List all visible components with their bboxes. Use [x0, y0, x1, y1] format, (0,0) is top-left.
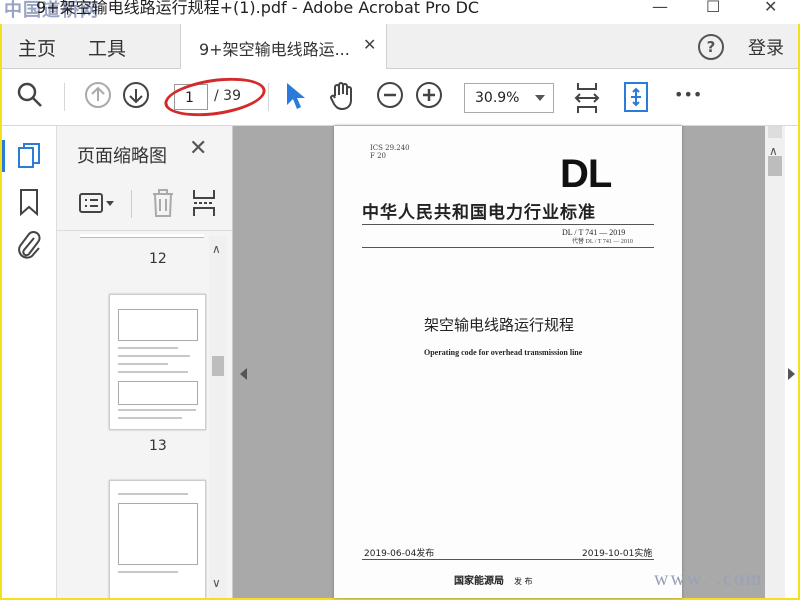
zoom-select[interactable]: 30.9% — [464, 83, 554, 113]
zoom-out-icon[interactable] — [376, 81, 404, 113]
toolbar-separator — [268, 83, 269, 111]
scroll-up-icon[interactable]: ∧ — [212, 242, 221, 256]
thumbnails-panel: 页面缩略图 ✕ 12 13 ∧ ∨ — [57, 126, 233, 598]
menu-tools[interactable]: 工具 — [88, 34, 126, 61]
replaces-code: 代替 DL / T 741 — 2010 — [572, 239, 633, 245]
thumbnail-options-icon[interactable] — [79, 192, 117, 220]
thumbnails-panel-title: 页面缩略图 — [77, 146, 167, 167]
document-title-en: Operating code for overhead transmission… — [424, 348, 583, 357]
thumbnail-text-line — [118, 417, 182, 419]
collapse-left-icon[interactable] — [240, 368, 247, 380]
issuer-suffix: 发 布 — [514, 577, 533, 586]
thumbnail-table — [118, 309, 198, 341]
attachment-icon[interactable] — [16, 230, 42, 264]
close-icon[interactable]: ✕ — [764, 0, 777, 16]
annotation-ellipse — [161, 72, 269, 122]
thumbnail-text-line — [118, 571, 178, 573]
thumbnail-text-line — [118, 363, 168, 365]
collapse-right-icon[interactable] — [788, 368, 795, 380]
toolbar-separator — [131, 190, 132, 218]
issuer: 国家能源局 发 布 — [454, 572, 533, 587]
divider — [362, 559, 654, 560]
thumbnail-text-line — [118, 493, 188, 495]
ics-code: ICS 29.240 F 20 — [370, 144, 410, 160]
hand-tool-icon[interactable] — [328, 81, 356, 115]
scrollbar-thumb[interactable] — [768, 156, 782, 176]
divider — [362, 247, 654, 248]
footer-watermark: www. .com — [654, 568, 764, 590]
delete-icon[interactable] — [151, 188, 175, 222]
ics-number: ICS 29.240 — [370, 144, 410, 152]
left-rail — [2, 126, 57, 598]
standard-heading: 中华人民共和国电力行业标准 — [362, 203, 596, 223]
document-scrollbar[interactable]: ∧ — [765, 126, 785, 598]
scrollbar-thumb[interactable] — [212, 356, 224, 376]
maximize-icon[interactable]: ☐ — [706, 0, 720, 16]
document-title-cn: 架空输电线路运行规程 — [424, 316, 575, 334]
thumbnail-table — [118, 503, 198, 565]
thumbnail-table — [118, 381, 198, 405]
select-cursor-icon[interactable] — [284, 81, 306, 115]
bookmark-icon[interactable] — [18, 188, 40, 220]
scroll-down-icon[interactable]: ∨ — [212, 576, 221, 590]
document-tab[interactable]: 9+架空输电线路运... ✕ — [180, 24, 387, 69]
full-screen-icon[interactable] — [622, 81, 650, 117]
issuer-name: 国家能源局 — [454, 576, 504, 587]
previous-page-icon[interactable] — [84, 81, 112, 113]
thumbnail-text-line — [118, 371, 188, 373]
more-tools-icon[interactable]: ••• — [674, 85, 702, 104]
thumbnail-text-line — [118, 355, 190, 357]
toolbar: 1 / 39 30.9% ••• — [2, 69, 798, 126]
divider — [362, 224, 654, 225]
dl-logo: DL — [560, 152, 612, 196]
page-thumbnails-icon[interactable] — [16, 142, 42, 174]
fit-page-icon[interactable] — [572, 81, 602, 119]
thumbnail-text-line — [118, 409, 196, 411]
window-title: 9+架空输电线路运行规程+(1).pdf - Adobe Acrobat Pro… — [36, 0, 480, 17]
search-icon[interactable] — [16, 81, 44, 113]
thumbnail-page-14[interactable] — [109, 480, 206, 598]
minimize-icon[interactable]: — — [652, 0, 668, 16]
document-tab-label: 9+架空输电线路运... — [199, 40, 350, 59]
close-tab-icon[interactable]: ✕ — [363, 35, 376, 54]
zoom-value: 30.9% — [475, 90, 520, 106]
thumbnail-text-line — [118, 347, 178, 349]
insert-pages-icon[interactable] — [191, 188, 217, 222]
pdf-page: ICS 29.240 F 20 DL 中华人民共和国电力行业标准 DL / T … — [334, 126, 682, 598]
thumbnail-list: 12 13 — [57, 234, 207, 598]
thumbnail-page-label: 13 — [149, 438, 167, 454]
thumbnail-page-edge — [80, 234, 204, 238]
toolbar-separator — [64, 83, 65, 111]
next-page-icon[interactable] — [122, 81, 150, 113]
close-panel-icon[interactable]: ✕ — [189, 136, 207, 161]
active-indicator — [2, 140, 5, 172]
menu-bar: 主页 工具 — [2, 24, 798, 69]
thumbnail-scrollbar[interactable]: ∧ ∨ — [209, 236, 227, 598]
menu-home[interactable]: 主页 — [18, 34, 56, 61]
publish-date: 2019-06-04发布 — [364, 549, 435, 559]
thumbnail-page-13[interactable] — [109, 294, 206, 430]
scrollbar-top-cap — [768, 126, 782, 138]
title-bar: 中国道桥网 9+架空输电线路运行规程+(1).pdf - Adobe Acrob… — [0, 0, 800, 24]
thumbnail-page-label: 12 — [149, 251, 167, 267]
classification-code: F 20 — [370, 152, 386, 160]
thumbnails-toolbar — [57, 178, 232, 231]
help-icon[interactable]: ? — [698, 34, 724, 60]
effective-date: 2019-10-01实施 — [582, 549, 653, 559]
zoom-in-icon[interactable] — [415, 81, 443, 113]
login-link[interactable]: 登录 — [748, 34, 784, 60]
chevron-down-icon — [535, 95, 545, 101]
